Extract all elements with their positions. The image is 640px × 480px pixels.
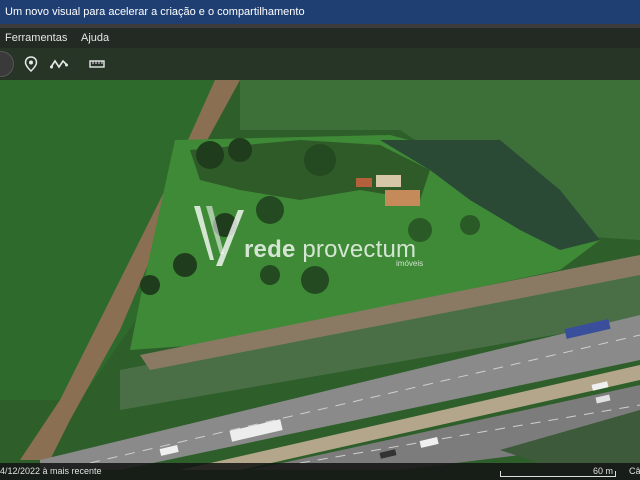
scale-label: 60 m — [593, 466, 614, 476]
menu-bar: Ferramentas Ajuda — [0, 28, 640, 48]
circle-button[interactable] — [0, 51, 14, 77]
menu-item-ajuda[interactable]: Ajuda — [81, 32, 109, 44]
pin-icon[interactable] — [19, 52, 43, 76]
path-icon[interactable] — [47, 52, 71, 76]
announcement-banner[interactable]: Um novo visual para acelerar a criação e… — [0, 0, 640, 28]
imagery-date: 4/12/2022 à mais recente — [0, 466, 102, 476]
coordinates-readout: Câ — [629, 466, 640, 476]
ruler-icon[interactable] — [85, 52, 109, 76]
banner-text: Um novo visual para acelerar a criação e… — [5, 6, 305, 18]
toolbar — [0, 48, 640, 80]
status-bar: 4/12/2022 à mais recente 60 m Câ — [0, 463, 640, 480]
menu-item-ferramentas[interactable]: Ferramentas — [5, 32, 67, 44]
